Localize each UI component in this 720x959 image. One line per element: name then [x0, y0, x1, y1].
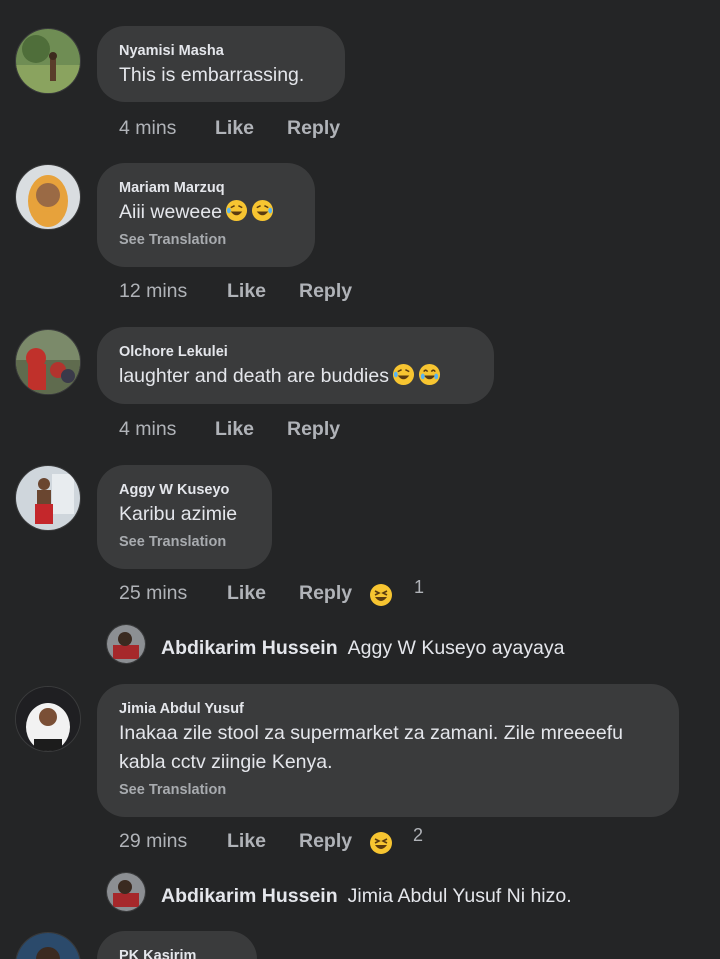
commenter-name[interactable]: Mariam Marzuq — [119, 179, 293, 197]
like-button[interactable]: Like — [215, 116, 254, 140]
reply-button[interactable]: Reply — [299, 829, 352, 853]
comment-text: laughter and death are buddies — [119, 362, 472, 391]
laughing-emoji[interactable] — [369, 583, 393, 607]
reply-button[interactable]: Reply — [299, 581, 352, 605]
commenter-name[interactable]: Nyamisi Masha — [119, 42, 323, 60]
avatar[interactable] — [15, 686, 81, 752]
avatar[interactable] — [15, 164, 81, 230]
commenter-name[interactable]: Jimia Abdul Yusuf — [119, 700, 657, 718]
comment-text-line: kabla cctv ziingie Kenya. — [119, 751, 333, 773]
reply-button[interactable]: Reply — [299, 279, 352, 303]
comment-time: 12 mins — [119, 280, 188, 302]
comment-time: 4 mins — [119, 418, 177, 440]
joy-emoji — [418, 363, 441, 386]
avatar[interactable] — [15, 28, 81, 94]
reply-preview[interactable]: Abdikarim Hussein Aggy W Kuseyo ayayaya — [161, 636, 564, 660]
like-button[interactable]: Like — [215, 417, 254, 441]
see-translation-link[interactable]: See Translation — [119, 232, 293, 248]
comment-text: Karibu azimie — [119, 503, 238, 525]
avatar[interactable] — [15, 932, 81, 959]
reply-button[interactable]: Reply — [287, 116, 340, 140]
rofl-emoji — [251, 199, 274, 222]
reply-text: Aggy W Kuseyo ayayaya — [347, 637, 565, 659]
commenter-name[interactable]: Aggy W Kuseyo — [119, 481, 250, 499]
comment-bubble: PK Kasirim — [97, 931, 257, 959]
reply-author-name[interactable]: Abdikarim Hussein — [161, 637, 338, 659]
see-translation-link[interactable]: See Translation — [119, 782, 657, 798]
like-button[interactable]: Like — [227, 829, 266, 853]
comments-feed: Nyamisi Masha This is embarrassing. 4 mi… — [0, 0, 720, 959]
comment-bubble: Aggy W Kuseyo Karibu azimie See Translat… — [97, 465, 272, 569]
avatar[interactable] — [15, 465, 81, 531]
laughing-emoji[interactable] — [369, 831, 393, 855]
comment-time: 25 mins — [119, 582, 188, 604]
comment-text: This is embarrassing. — [119, 64, 305, 86]
comment-text-line: Inakaa zile stool za supermarket za zama… — [119, 722, 623, 744]
comment-bubble: Jimia Abdul Yusuf Inakaa zile stool za s… — [97, 684, 679, 817]
comment-bubble: Nyamisi Masha This is embarrassing. — [97, 26, 345, 102]
reply-button[interactable]: Reply — [287, 417, 340, 441]
rofl-emoji — [225, 199, 248, 222]
comment-time: 4 mins — [119, 117, 177, 139]
reply-preview[interactable]: Abdikarim Hussein Jimia Abdul Yusuf Ni hi… — [161, 884, 572, 908]
commenter-name[interactable]: PK Kasirim — [119, 947, 235, 959]
reply-author-name[interactable]: Abdikarim Hussein — [161, 885, 338, 907]
comment-bubble: Olchore Lekulei laughter and death are b… — [97, 327, 494, 404]
see-translation-link[interactable]: See Translation — [119, 534, 250, 550]
comment-bubble: Mariam Marzuq Aiii weweee See Translatio… — [97, 163, 315, 267]
avatar[interactable] — [15, 329, 81, 395]
like-button[interactable]: Like — [227, 279, 266, 303]
avatar[interactable] — [106, 624, 146, 664]
reaction-count: 1 — [414, 577, 425, 597]
comment-time: 29 mins — [119, 830, 188, 852]
comment-text: Aiii weweee — [119, 198, 293, 227]
commenter-name[interactable]: Olchore Lekulei — [119, 343, 472, 361]
rofl-emoji — [392, 363, 415, 386]
reaction-count: 2 — [413, 825, 424, 845]
like-button[interactable]: Like — [227, 581, 266, 605]
avatar[interactable] — [106, 872, 146, 912]
reply-text: Jimia Abdul Yusuf Ni hizo. — [347, 885, 572, 907]
